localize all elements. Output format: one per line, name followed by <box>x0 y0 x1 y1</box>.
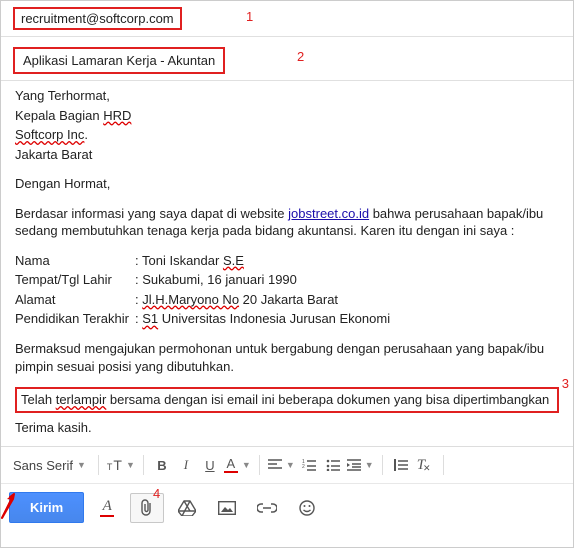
chevron-down-icon: ▼ <box>365 460 374 470</box>
subject-field-row: Aplikasi Lamaran Kerja - Akuntan 2 <box>1 37 573 81</box>
annotation-3: 3 <box>562 375 569 393</box>
body-line: Dengan Hormat, <box>15 175 559 193</box>
body-line: Bermaksud mengajukan permohonan untuk be… <box>15 340 559 375</box>
italic-button[interactable]: I <box>174 453 198 477</box>
link-jobstreet[interactable]: jobstreet.co.id <box>288 206 369 221</box>
align-button[interactable]: ▼ <box>266 453 297 477</box>
font-family-picker[interactable]: Sans Serif ▼ <box>9 453 92 477</box>
chevron-down-icon: ▼ <box>126 460 135 470</box>
insert-link-button[interactable] <box>250 493 284 523</box>
send-button[interactable]: Kirim <box>9 492 84 523</box>
chevron-down-icon: ▼ <box>242 460 251 470</box>
quote-button[interactable] <box>389 453 413 477</box>
remove-formatting-button[interactable]: T✕ <box>413 453 437 477</box>
body-line: Tempat/Tgl Lahir: Sukabumi, 16 januari 1… <box>15 271 559 289</box>
indent-button[interactable]: ▼ <box>345 453 376 477</box>
paperclip-icon <box>140 499 154 517</box>
insert-drive-button[interactable] <box>170 493 204 523</box>
arrow-callout-icon <box>0 486 18 520</box>
font-size-picker[interactable]: TT ▼ <box>105 453 137 477</box>
insert-photo-button[interactable] <box>210 493 244 523</box>
image-icon <box>218 501 236 515</box>
chevron-down-icon: ▼ <box>77 460 86 470</box>
body-line: Kepala Bagian HRD <box>15 107 559 125</box>
drive-icon <box>178 500 196 516</box>
to-field[interactable]: recruitment@softcorp.com <box>13 7 182 30</box>
body-line: Jakarta Barat <box>15 146 559 164</box>
bold-button[interactable]: B <box>150 453 174 477</box>
insert-emoji-button[interactable] <box>290 493 324 523</box>
body-line: Yang Terhormat, <box>15 87 559 105</box>
to-field-row: recruitment@softcorp.com 1 <box>1 1 573 37</box>
font-family-label: Sans Serif <box>13 458 73 473</box>
subject-field[interactable]: Aplikasi Lamaran Kerja - Akuntan <box>13 47 225 74</box>
annotation-4: 4 <box>153 486 160 501</box>
underline-button[interactable]: U <box>198 453 222 477</box>
body-line: Berdasar informasi yang saya dapat di we… <box>15 205 559 240</box>
body-line: Nama: Toni Iskandar S.E <box>15 252 559 270</box>
email-body[interactable]: Yang Terhormat, Kepala Bagian HRD Softco… <box>1 81 573 442</box>
svg-text:2: 2 <box>302 464 305 470</box>
annotation-1: 1 <box>246 9 253 24</box>
send-bar: Kirim A 4 <box>1 484 573 531</box>
body-line: Softcorp Inc. <box>15 126 559 144</box>
annotation-2: 2 <box>297 49 304 64</box>
emoji-icon <box>299 500 315 516</box>
body-line: Alamat: Jl.H.Maryono No 20 Jakarta Barat <box>15 291 559 309</box>
formatting-toggle-button[interactable]: A <box>90 493 124 523</box>
chevron-down-icon: ▼ <box>286 460 295 470</box>
attachment-sentence: Telah terlampir bersama dengan isi email… <box>15 387 559 413</box>
format-toolbar: Sans Serif ▼ TT ▼ B I U A ▼ ▼ 12 ▼ <box>1 447 573 484</box>
body-line: Pendidikan Terakhir: S1 Universitas Indo… <box>15 310 559 328</box>
link-icon <box>257 503 277 513</box>
text-color-button[interactable]: A ▼ <box>222 453 253 477</box>
bulleted-list-button[interactable] <box>321 453 345 477</box>
body-line: Terima kasih. <box>15 419 559 437</box>
numbered-list-button[interactable]: 12 <box>297 453 321 477</box>
